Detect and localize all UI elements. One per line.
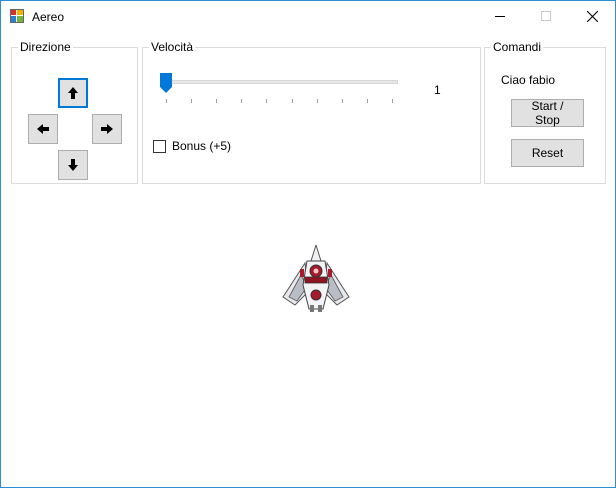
arrow-up-icon [68,87,78,99]
close-icon [586,10,598,22]
start-stop-button[interactable]: Start / Stop [511,99,584,127]
speed-value-label: 1 [434,83,441,97]
direction-legend: Direzione [20,40,71,54]
minimize-button[interactable] [477,1,523,31]
speed-legend: Velocità [151,40,194,54]
arrow-right-button[interactable] [92,114,122,144]
speed-slider-thumb[interactable] [160,73,172,93]
slider-tick [241,99,243,103]
slider-tick [291,99,293,103]
direction-group: Direzione [11,41,138,184]
client-area: Direzione Velocità 1 Bonus (+5) Comandi … [1,31,615,487]
arrow-left-icon [37,124,49,134]
arrow-down-button[interactable] [58,150,88,180]
minimize-icon [495,16,505,17]
speed-slider-track[interactable] [166,80,398,84]
commands-group: Comandi Ciao fabio Start / Stop Reset [484,41,606,184]
window-title: Aereo [32,10,65,24]
title-bar[interactable]: Aereo [1,1,615,31]
commands-legend: Comandi [493,40,542,54]
slider-tick [341,99,343,103]
slider-tick [366,99,368,103]
maximize-icon [541,11,551,21]
maximize-button[interactable] [523,1,569,31]
reset-button[interactable]: Reset [511,139,584,167]
arrow-up-button[interactable] [58,78,88,108]
slider-tick [216,99,218,103]
slider-tick [316,99,318,103]
bonus-checkbox[interactable] [153,140,166,153]
speed-group: Velocità 1 Bonus (+5) [142,41,481,184]
close-button[interactable] [569,1,615,31]
slider-tick [392,99,393,103]
arrow-down-icon [68,159,78,171]
spaceship-icon [282,245,350,312]
slider-tick [166,99,167,103]
app-icon [10,9,24,23]
bonus-checkbox-label[interactable]: Bonus (+5) [172,139,231,153]
arrow-left-button[interactable] [28,114,58,144]
slider-tick [191,99,193,103]
main-window: Aereo Direzione Velocità 1 Bonus (+5) Co… [0,0,616,488]
greeting-label: Ciao fabio [501,73,556,87]
arrow-right-icon [101,124,113,134]
slider-tick [266,99,268,103]
